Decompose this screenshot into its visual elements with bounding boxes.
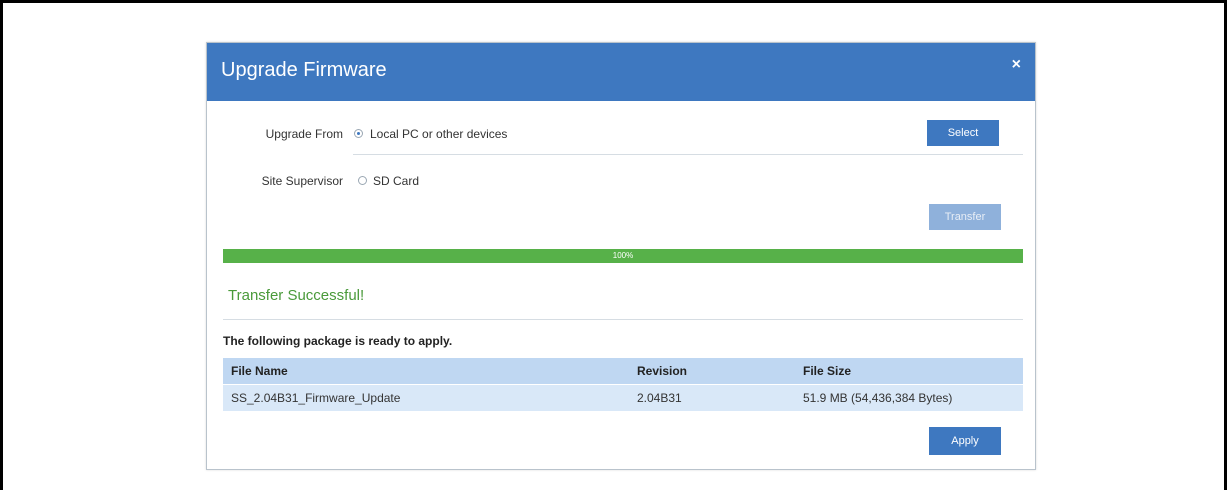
ready-to-apply-text: The following package is ready to apply. <box>223 334 453 348</box>
apply-button[interactable]: Apply <box>929 427 1001 455</box>
column-header-revision: Revision <box>629 358 795 385</box>
table-header-row: File Name Revision File Size <box>223 358 1023 385</box>
dialog-header: Upgrade Firmware × <box>207 43 1035 101</box>
progress-text: 100% <box>612 251 634 260</box>
radio-local-pc[interactable] <box>354 129 363 138</box>
cell-file-name: SS_2.04B31_Firmware_Update <box>223 384 629 411</box>
table-row[interactable]: SS_2.04B31_Firmware_Update 2.04B31 51.9 … <box>223 384 1023 411</box>
site-supervisor-label: Site Supervisor <box>261 174 343 188</box>
cell-file-size: 51.9 MB (54,436,384 Bytes) <box>795 384 1023 411</box>
progress-bar: 100% <box>223 249 1023 263</box>
dialog-title: Upgrade Firmware <box>221 59 387 81</box>
transfer-success-message: Transfer Successful! <box>228 287 365 304</box>
radio-sd-card[interactable] <box>358 176 367 185</box>
close-icon[interactable]: × <box>1012 57 1021 73</box>
row-divider <box>353 154 1023 155</box>
column-header-file-name: File Name <box>223 358 629 385</box>
select-button[interactable]: Select <box>927 120 999 146</box>
section-divider <box>223 319 1023 320</box>
transfer-button[interactable]: Transfer <box>929 204 1001 230</box>
radio-sd-card-label: SD Card <box>373 174 420 188</box>
column-header-file-size: File Size <box>795 358 1023 385</box>
radio-local-pc-label: Local PC or other devices <box>370 127 508 141</box>
package-table: File Name Revision File Size SS_2.04B31_… <box>223 358 1023 411</box>
cell-revision: 2.04B31 <box>629 384 795 411</box>
upgrade-firmware-dialog: Upgrade Firmware × Upgrade From Local PC… <box>206 42 1036 470</box>
upgrade-from-label: Upgrade From <box>265 127 343 141</box>
